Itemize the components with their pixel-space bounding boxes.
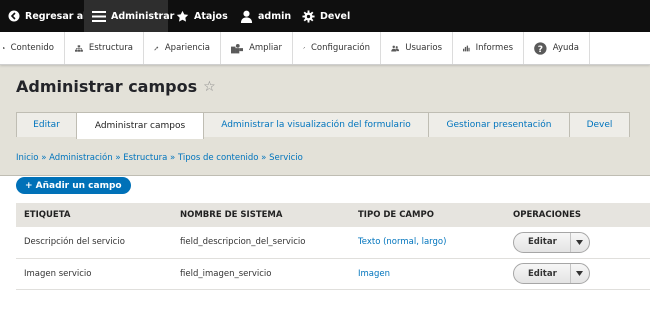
field-type-link[interactable]: Imagen [358, 269, 390, 279]
tray-item-label: Informes [475, 43, 513, 53]
manage-tab[interactable]: Administrar [84, 0, 174, 32]
table-header-row: ETIQUETA NOMBRE DE SISTEMA TIPO DE CAMPO… [16, 203, 650, 227]
field-type-link[interactable]: Texto (normal, largo) [358, 237, 446, 247]
column-header-operations: OPERACIONES [505, 203, 650, 227]
tray-item-label: Estructura [88, 43, 133, 53]
tray-item-extend[interactable]: Ampliar [221, 32, 293, 64]
page-title-text: Administrar campos [16, 77, 198, 96]
tray-item-content[interactable]: Contenido [0, 32, 65, 64]
chevron-down-icon [576, 239, 584, 245]
table-row: Imagen servicio field_imagen_servicio Im… [16, 258, 650, 290]
tray-item-label: Configuración [311, 43, 370, 53]
content-icon [3, 47, 5, 49]
shortcuts-tab[interactable]: Atajos [168, 0, 232, 32]
tray-item-label: Usuarios [405, 43, 442, 53]
edit-button[interactable]: Editar [514, 264, 570, 283]
hamburger-icon [92, 10, 106, 22]
add-field-button[interactable]: + Añadir un campo [16, 177, 131, 194]
table-row: Descripción del servicio field_descripci… [16, 227, 650, 259]
star-icon [176, 10, 189, 22]
people-icon [391, 45, 400, 51]
wrench-icon [303, 47, 305, 49]
fields-table: ETIQUETA NOMBRE DE SISTEMA TIPO DE CAMPO… [16, 203, 650, 290]
admin-menu-tray: Contenido Estructura Apariencia Ampliar … [0, 32, 650, 65]
reports-icon [463, 45, 470, 51]
tray-item-label: Ayuda [552, 43, 579, 53]
devel-tab[interactable]: Devel [294, 0, 354, 32]
help-icon: ? [534, 41, 547, 54]
shortcut-star-icon[interactable]: ☆ [203, 80, 216, 94]
user-tab[interactable]: admin [232, 0, 294, 32]
tab-devel[interactable]: Devel [569, 112, 630, 137]
tab-manage-form-display[interactable]: Administrar la visualización del formula… [203, 112, 429, 137]
dropbutton-toggle[interactable] [569, 264, 589, 283]
gear-icon [302, 9, 315, 23]
tab-manage-fields[interactable]: Administrar campos [76, 112, 204, 139]
column-header-field-type: TIPO DE CAMPO [350, 203, 505, 227]
primary-tabs: Editar Administrar campos Administrar la… [16, 112, 630, 139]
breadcrumb[interactable]: Inicio » Administración » Estructura » T… [16, 153, 303, 163]
page-title: Administrar campos ☆ [16, 77, 216, 96]
admin-toolbar: Regresar al sitio Administrar Atajos adm… [0, 0, 650, 32]
svg-text:?: ? [538, 44, 543, 54]
back-arrow-icon [8, 10, 20, 22]
structure-icon [75, 44, 83, 52]
tab-edit[interactable]: Editar [16, 112, 77, 137]
tray-item-configuration[interactable]: Configuración [293, 32, 381, 64]
tray-item-help[interactable]: ? Ayuda [524, 32, 590, 64]
machine-name-cell: field_imagen_servicio [172, 258, 350, 290]
chevron-down-icon [576, 271, 584, 276]
devel-label: Devel [320, 10, 351, 22]
operations-dropbutton: Editar [513, 263, 590, 284]
tray-item-people[interactable]: Usuarios [381, 32, 453, 64]
column-header-label: ETIQUETA [16, 203, 172, 227]
tray-item-label: Contenido [10, 43, 54, 53]
column-header-machine-name: NOMBRE DE SISTEMA [172, 203, 350, 227]
edit-button[interactable]: Editar [514, 233, 570, 252]
tray-item-reports[interactable]: Informes [453, 32, 524, 64]
tray-item-appearance[interactable]: Apariencia [144, 32, 221, 64]
user-label: admin [258, 10, 292, 22]
user-icon [240, 10, 253, 23]
tray-item-label: Apariencia [164, 43, 210, 53]
tab-manage-display[interactable]: Gestionar presentación [428, 112, 570, 137]
shortcuts-label: Atajos [194, 10, 228, 22]
field-label-cell: Imagen servicio [16, 258, 172, 290]
page-body: Administrar campos ☆ Editar Administrar … [0, 65, 650, 290]
field-label-cell: Descripción del servicio [16, 227, 172, 259]
back-to-site-link[interactable]: Regresar al sitio [0, 0, 113, 32]
tray-item-label: Ampliar [249, 43, 282, 53]
appearance-icon [154, 46, 159, 50]
dropbutton-toggle[interactable] [569, 232, 589, 252]
extend-icon [231, 43, 244, 53]
machine-name-cell: field_descripcion_del_servicio [172, 227, 350, 259]
operations-dropbutton: Editar [513, 231, 590, 253]
tray-item-structure[interactable]: Estructura [65, 32, 144, 64]
manage-label: Administrar [111, 10, 175, 22]
